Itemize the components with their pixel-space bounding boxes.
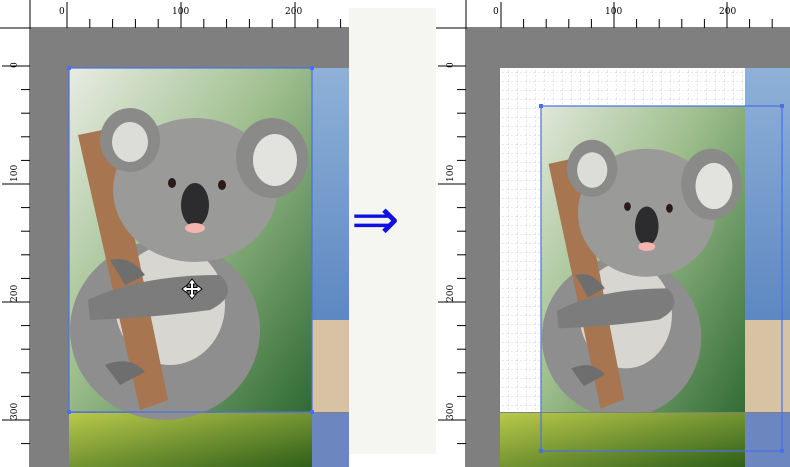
v-ruler-label-200: 200 <box>10 285 20 302</box>
h-ruler-label-200: 200 <box>719 7 736 17</box>
selection-handle[interactable] <box>780 449 784 453</box>
selection-handle[interactable] <box>539 449 543 453</box>
vertical-ruler[interactable] <box>0 28 30 467</box>
neighbor-photo-leaf[interactable] <box>500 413 745 467</box>
selection-handle[interactable] <box>310 66 314 70</box>
h-ruler-label-100: 100 <box>605 7 622 17</box>
h-ruler-label-200: 200 <box>285 7 302 17</box>
h-ruler-label-100: 100 <box>172 7 189 17</box>
v-ruler-label-100: 100 <box>10 165 20 182</box>
selection-handle[interactable] <box>310 410 314 414</box>
canvas-after: 0 100 200 0 100 200 300 <box>436 0 790 467</box>
koala-photo[interactable] <box>69 68 312 420</box>
koala-photo[interactable] <box>541 69 745 425</box>
h-ruler-label-0: 0 <box>59 7 65 17</box>
panel-after: 0 100 200 0 100 200 300 <box>436 0 790 467</box>
selection-handle[interactable] <box>67 410 71 414</box>
v-ruler-label-0: 0 <box>10 62 20 68</box>
neighbor-photo-leaf[interactable] <box>69 413 312 467</box>
v-ruler-label-300: 300 <box>10 403 20 420</box>
selection-handle[interactable] <box>67 66 71 70</box>
v-ruler-label-300: 300 <box>446 403 456 420</box>
vertical-ruler[interactable] <box>436 28 466 467</box>
v-ruler-label-0: 0 <box>446 62 456 68</box>
panel-before: 0 100 200 0 100 200 300 <box>0 0 349 467</box>
canvas-before: 0 100 200 0 100 200 300 <box>0 0 349 467</box>
selection-handle[interactable] <box>780 104 784 108</box>
v-ruler-label-100: 100 <box>446 165 456 182</box>
h-ruler-label-0: 0 <box>493 7 499 17</box>
transition-arrow-icon: ⇒ <box>351 185 400 253</box>
v-ruler-label-200: 200 <box>446 285 456 302</box>
selection-handle[interactable] <box>539 104 543 108</box>
